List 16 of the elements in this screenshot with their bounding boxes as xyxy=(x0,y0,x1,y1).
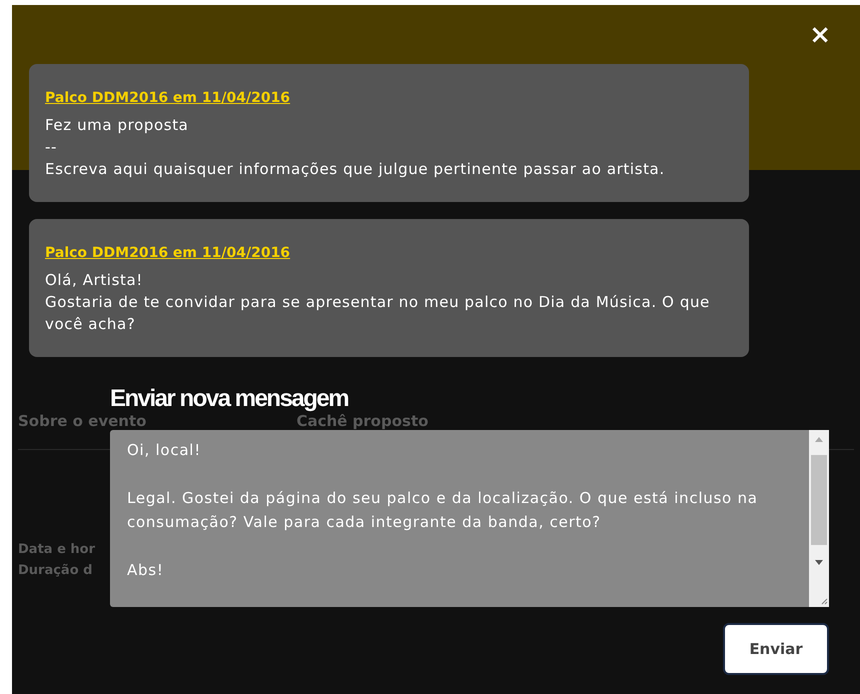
message-text: Olá, Artista! xyxy=(45,270,144,291)
message-text: Fez uma proposta xyxy=(45,115,190,136)
detail-label: Data e hor xyxy=(18,542,96,557)
scrollbar-drawing[interactable] xyxy=(809,430,829,607)
section-heading: Cachê proposto xyxy=(296,413,428,429)
message-text: Gostaria de te convidar para se apresentar no meu palco no Dia da Música. O que você acha? xyxy=(45,292,711,335)
message-field[interactable]: Oi, local! Legal. Gostei da página do seu palco e da localização. O que está incluso na consumação? Vale para cada integrante da banda, certo? Abs! xyxy=(110,430,809,607)
close-button[interactable]: × xyxy=(809,20,831,50)
message-text: -- xyxy=(45,137,58,158)
compose-title: Enviar nova mensagem xyxy=(110,388,348,410)
detail-label: Duração d xyxy=(18,563,92,578)
section-heading: Sobre o evento xyxy=(18,413,146,429)
message-text: Escreva aqui quaisquer informações que julgue pertinente passar ao artista. xyxy=(45,159,666,180)
message-author-link[interactable]: Palco DDM2016 em 11/04/2016 xyxy=(45,87,290,109)
message-author-link[interactable]: Palco DDM2016 em 11/04/2016 xyxy=(45,242,290,264)
send-button[interactable]: Enviar xyxy=(723,623,829,675)
